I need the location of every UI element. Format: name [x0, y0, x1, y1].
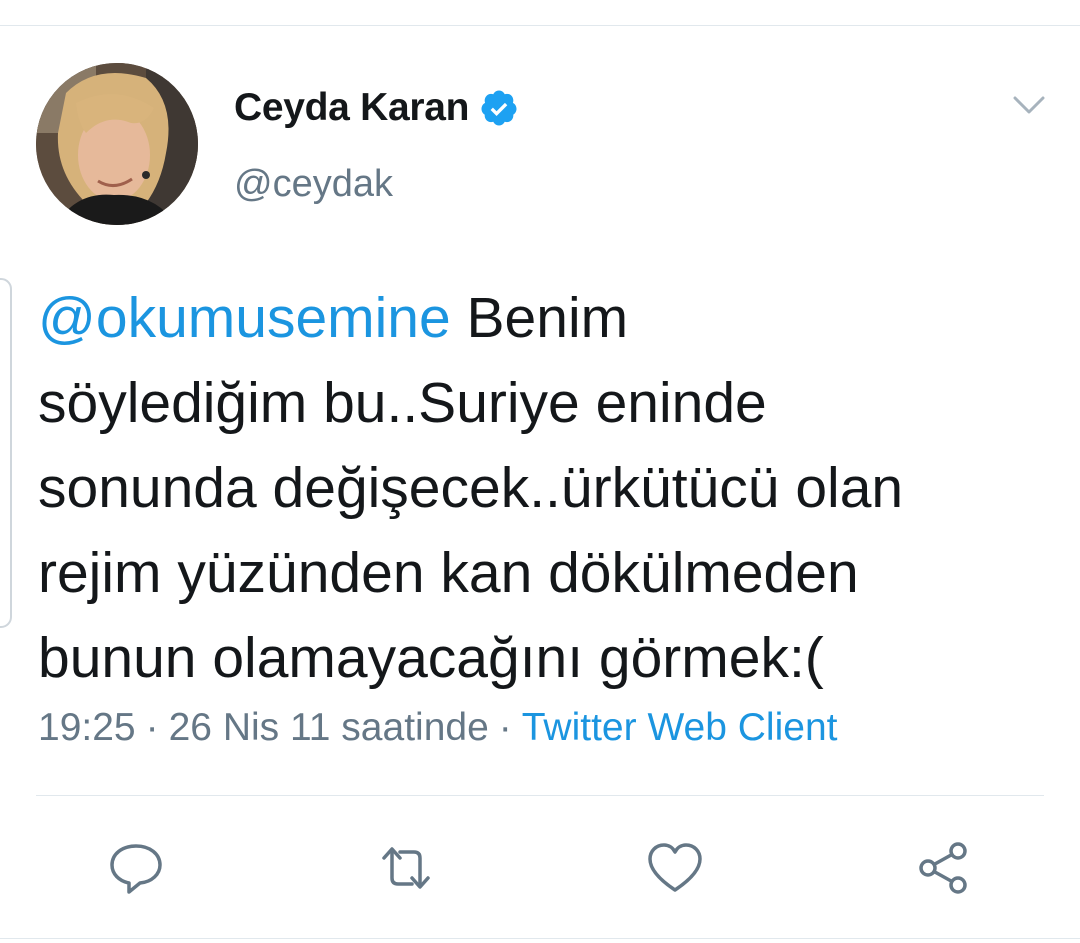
footer-divider	[0, 938, 1080, 939]
avatar[interactable]	[36, 63, 198, 225]
heart-icon	[648, 843, 702, 892]
reply-button[interactable]	[106, 840, 166, 896]
top-divider	[0, 25, 1080, 26]
share-button[interactable]	[914, 840, 974, 896]
meta-separator: ·	[498, 706, 512, 749]
author-name-row[interactable]: Ceyda Karan	[234, 86, 519, 130]
meta-separator: ·	[145, 706, 159, 749]
share-icon	[919, 842, 967, 894]
retweet-button[interactable]	[376, 840, 436, 896]
reply-icon	[110, 844, 162, 894]
tweet-text-fragment: Benim	[450, 286, 629, 350]
verified-badge-icon	[479, 88, 519, 128]
tweet-text: @okumusemine Benim söylediğim bu..Suriye…	[38, 276, 1048, 701]
mention-link[interactable]: @okumusemine	[38, 286, 451, 350]
scroll-edge-indicator	[0, 278, 12, 628]
tweet-text-line: rejim yüzünden kan dökülmeden	[38, 541, 859, 605]
tweet-time[interactable]: 19:25	[38, 706, 136, 749]
tweet-meta: 19:25 · 26 Nis 11 saatinde · Twitter Web Cli…	[38, 706, 837, 750]
actions-divider	[36, 795, 1044, 796]
retweet-icon	[382, 847, 430, 889]
tweet-text-line: @okumusemine Benim	[38, 276, 1048, 361]
like-button[interactable]	[645, 840, 705, 896]
tweet-source-link[interactable]: Twitter Web Client	[522, 706, 838, 749]
author-display-name[interactable]: Ceyda Karan	[234, 86, 469, 130]
tweet-text-line: söylediğim bu..Suriye eninde	[38, 371, 767, 435]
author-handle[interactable]: @ceydak	[234, 163, 393, 206]
chevron-down-icon[interactable]	[1012, 92, 1046, 118]
tweet-text-line: sonunda değişecek..ürkütücü olan	[38, 456, 904, 520]
tweet-date[interactable]: 26 Nis 11 saatinde	[169, 706, 489, 749]
tweet-text-line: bunun olamayacağını görmek:(	[38, 626, 824, 690]
